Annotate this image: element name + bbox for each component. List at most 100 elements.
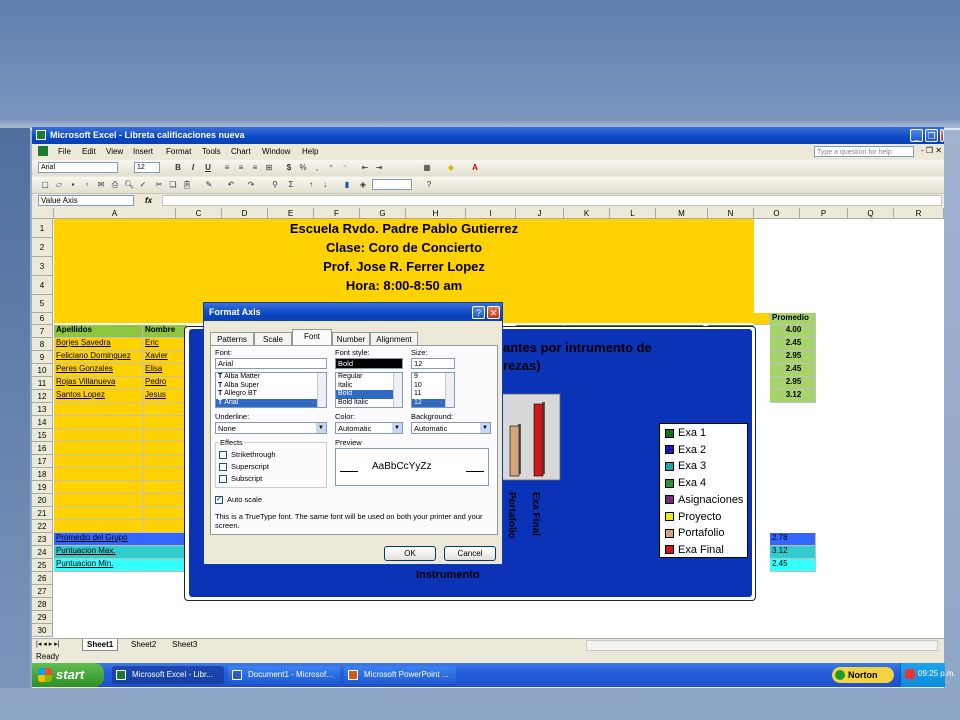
spelling-icon[interactable]: ✓ [138,180,148,190]
menu-window[interactable]: Window [262,147,290,156]
row-header-20[interactable]: 20 [32,494,53,507]
undo-icon[interactable]: ↶ [226,180,236,190]
empty-nombre[interactable] [143,481,187,494]
open-icon[interactable]: ▱ [54,180,64,190]
copy-icon[interactable]: ❏ [168,180,178,190]
row-header-9[interactable]: 9 [32,351,53,364]
column-header-q[interactable]: Q [848,208,894,219]
menu-file[interactable]: File [58,147,71,156]
menu-tools[interactable]: Tools [202,147,221,156]
summary-value[interactable]: 2.45 [770,559,816,572]
norton-button[interactable]: Norton [832,667,894,683]
student-apellido[interactable]: Feliciano Dominguez [54,351,143,364]
format-painter-icon[interactable]: ✎ [204,180,214,190]
dialog-title[interactable]: Format Axis [204,303,502,321]
size-input[interactable]: 12 [411,358,455,369]
row-header-21[interactable]: 21 [32,507,53,520]
row-header-14[interactable]: 14 [32,416,53,429]
row-header-23[interactable]: 23 [32,533,53,546]
name-box[interactable]: Value Axis [38,195,134,206]
empty-apellido[interactable] [54,455,143,468]
auto-scale-checkbox[interactable]: ✓ [215,496,223,504]
font-style-list[interactable]: Regular Italic Bold Bold Italic [335,372,403,408]
student-nombre[interactable]: Eric [143,338,187,351]
size-list[interactable]: 9 10 11 12 [411,372,455,408]
menu-format[interactable]: Format [166,147,191,156]
empty-nombre[interactable] [143,520,187,533]
restore-button[interactable]: ❐ [925,129,938,142]
size-list-scrollbar[interactable] [445,373,454,407]
row-header-5[interactable]: 5 [32,295,53,313]
student-promedio[interactable]: 2.45 [770,364,816,377]
print-preview-icon[interactable]: 🔍︎ [124,180,134,190]
legend-item[interactable]: Portafolio [665,526,724,541]
sort-descending-icon[interactable]: ↓ [320,180,330,190]
legend-item[interactable]: Exa 1 [665,426,706,441]
header-apellidos[interactable]: Apellidos [54,325,143,338]
legend-item[interactable]: Exa 2 [665,443,706,458]
new-icon[interactable]: ▢ [40,180,50,190]
column-header-m[interactable]: M [656,208,708,219]
horizontal-scrollbar[interactable] [586,640,938,651]
tab-number[interactable]: Number [332,332,370,346]
row-header-6[interactable]: 6 [32,313,53,325]
permission-icon[interactable]: ▫ [82,180,92,190]
hyperlink-icon[interactable]: ⚲ [270,180,280,190]
student-apellido[interactable]: Rojas Villanueva [54,377,143,390]
summary-label[interactable]: Puntuacion Max. [54,546,187,559]
chart-legend[interactable]: Exa 1 Exa 2 Exa 3 Exa 4 Asignaciones Proyecto… [659,423,748,558]
column-header-n[interactable]: N [708,208,754,219]
bar-portafolio[interactable] [509,425,520,477]
background-select[interactable]: Automatic ▼ [411,422,491,434]
legend-item[interactable]: Exa 4 [665,476,706,491]
row-header-27[interactable]: 27 [32,585,53,598]
student-nombre[interactable]: Xavier [143,351,187,364]
redo-icon[interactable]: ↷ [246,180,256,190]
column-header-k[interactable]: K [564,208,610,219]
dialog-help-button[interactable]: ? [472,306,485,319]
font-list-scrollbar[interactable] [317,373,326,407]
column-header-e[interactable]: E [268,208,314,219]
column-header-o[interactable]: O [754,208,800,219]
row-header-25[interactable]: 25 [32,559,53,572]
empty-apellido[interactable] [54,442,143,455]
start-button[interactable]: start [32,663,104,687]
fx-icon[interactable]: fx [145,196,152,205]
tab-scale[interactable]: Scale [254,332,292,346]
row-header-16[interactable]: 16 [32,442,53,455]
decrease-decimal-icon[interactable]: ⁻ [340,163,350,173]
underline-button[interactable]: U [203,163,213,173]
borders-icon[interactable]: ▦ [422,163,432,173]
row-header-22[interactable]: 22 [32,520,53,533]
row-header-4[interactable]: 4 [32,276,53,295]
row-header-13[interactable]: 13 [32,403,53,416]
sort-ascending-icon[interactable]: ↑ [306,180,316,190]
row-header-19[interactable]: 19 [32,481,53,494]
empty-nombre[interactable] [143,416,187,429]
sheet-nav-arrows[interactable]: |◂ ◂ ▸ ▸| [36,640,60,648]
row-header-1[interactable]: 1 [32,219,53,238]
student-promedio[interactable]: 2.45 [770,338,816,351]
font-list[interactable]: T Alba Matter T Alba Super T Allegro BT T A… [215,372,327,408]
font-list-item[interactable]: T Alba Matter [216,373,326,382]
increase-decimal-icon[interactable]: ⁺ [326,163,336,173]
task-word[interactable]: Document1 - Microsof... [228,666,340,684]
empty-apellido[interactable] [54,429,143,442]
print-icon[interactable]: ⎙ [110,180,120,190]
row-header-26[interactable]: 26 [32,572,53,585]
strikethrough-checkbox[interactable] [219,451,227,459]
empty-nombre[interactable] [143,468,187,481]
formula-input[interactable] [162,195,942,206]
row-header-12[interactable]: 12 [32,390,53,403]
title-bar[interactable]: Microsoft Excel - Libreta calificaciones… [32,127,944,144]
row-header-24[interactable]: 24 [32,546,53,559]
align-right-icon[interactable]: ≡ [250,163,260,173]
row-header-10[interactable]: 10 [32,364,53,377]
empty-nombre[interactable] [143,442,187,455]
empty-nombre[interactable] [143,494,187,507]
empty-apellido[interactable] [54,507,143,520]
student-apellido[interactable]: Santos Lopez [54,390,143,403]
color-select[interactable]: Automatic ▼ [335,422,403,434]
currency-icon[interactable]: $ [284,163,294,173]
empty-nombre[interactable] [143,455,187,468]
